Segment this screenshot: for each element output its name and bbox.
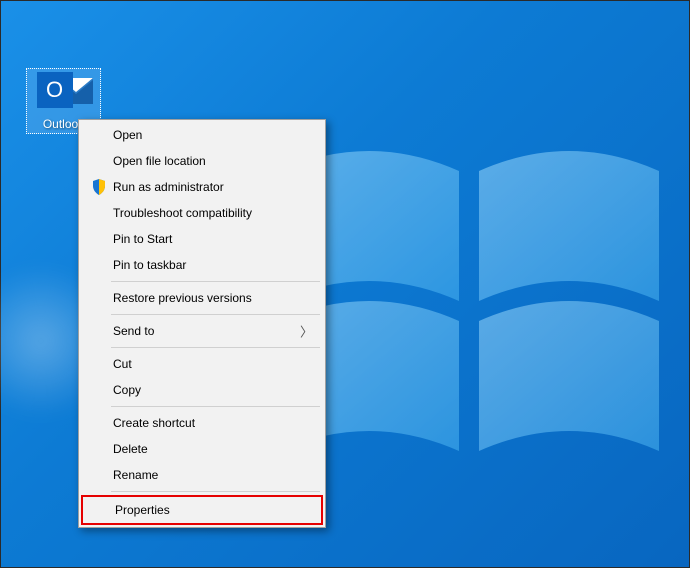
menu-item-open-file-location[interactable]: Open file location [81, 148, 323, 174]
blank-icon [89, 415, 109, 431]
blank-icon [89, 205, 109, 221]
menu-item-label: Run as administrator [113, 180, 224, 194]
menu-item-copy[interactable]: Copy [81, 377, 323, 403]
menu-separator [111, 491, 320, 492]
menu-item-cut[interactable]: Cut [81, 351, 323, 377]
context-menu: Open Open file location Run as administrat… [78, 119, 326, 528]
menu-item-pin-start[interactable]: Pin to Start [81, 226, 323, 252]
menu-item-label: Send to [113, 324, 154, 338]
blank-icon [89, 153, 109, 169]
menu-item-label: Cut [113, 357, 132, 371]
menu-item-rename[interactable]: Rename [81, 462, 323, 488]
blank-icon [89, 382, 109, 398]
menu-item-properties[interactable]: Properties [81, 495, 323, 525]
menu-item-label: Pin to taskbar [113, 258, 186, 272]
blank-icon [89, 467, 109, 483]
menu-item-troubleshoot[interactable]: Troubleshoot compatibility [81, 200, 323, 226]
menu-item-label: Restore previous versions [113, 291, 252, 305]
menu-item-label: Copy [113, 383, 141, 397]
menu-item-label: Rename [113, 468, 158, 482]
menu-item-pin-taskbar[interactable]: Pin to taskbar [81, 252, 323, 278]
menu-separator [111, 406, 320, 407]
outlook-icon: O [37, 72, 91, 114]
menu-item-restore-versions[interactable]: Restore previous versions [81, 285, 323, 311]
shield-icon [89, 179, 109, 195]
menu-item-delete[interactable]: Delete [81, 436, 323, 462]
menu-separator [111, 314, 320, 315]
blank-icon [89, 356, 109, 372]
menu-item-label: Troubleshoot compatibility [113, 206, 252, 220]
menu-item-create-shortcut[interactable]: Create shortcut [81, 410, 323, 436]
chevron-right-icon: 〉 [300, 322, 313, 341]
outlook-letter: O [37, 72, 73, 108]
menu-separator [111, 347, 320, 348]
blank-icon [89, 231, 109, 247]
menu-item-label: Properties [115, 503, 170, 517]
blank-icon [89, 257, 109, 273]
blank-icon [89, 290, 109, 306]
blank-icon [89, 323, 109, 339]
menu-item-send-to[interactable]: Send to 〉 [81, 318, 323, 344]
menu-item-label: Delete [113, 442, 148, 456]
menu-item-open[interactable]: Open [81, 122, 323, 148]
menu-item-label: Create shortcut [113, 416, 195, 430]
blank-icon [89, 127, 109, 143]
windows-logo-watermark [269, 111, 669, 511]
blank-icon [89, 441, 109, 457]
menu-item-label: Pin to Start [113, 232, 172, 246]
menu-item-label: Open file location [113, 154, 206, 168]
menu-item-run-as-admin[interactable]: Run as administrator [81, 174, 323, 200]
menu-item-label: Open [113, 128, 142, 142]
menu-separator [111, 281, 320, 282]
blank-icon [91, 502, 111, 518]
